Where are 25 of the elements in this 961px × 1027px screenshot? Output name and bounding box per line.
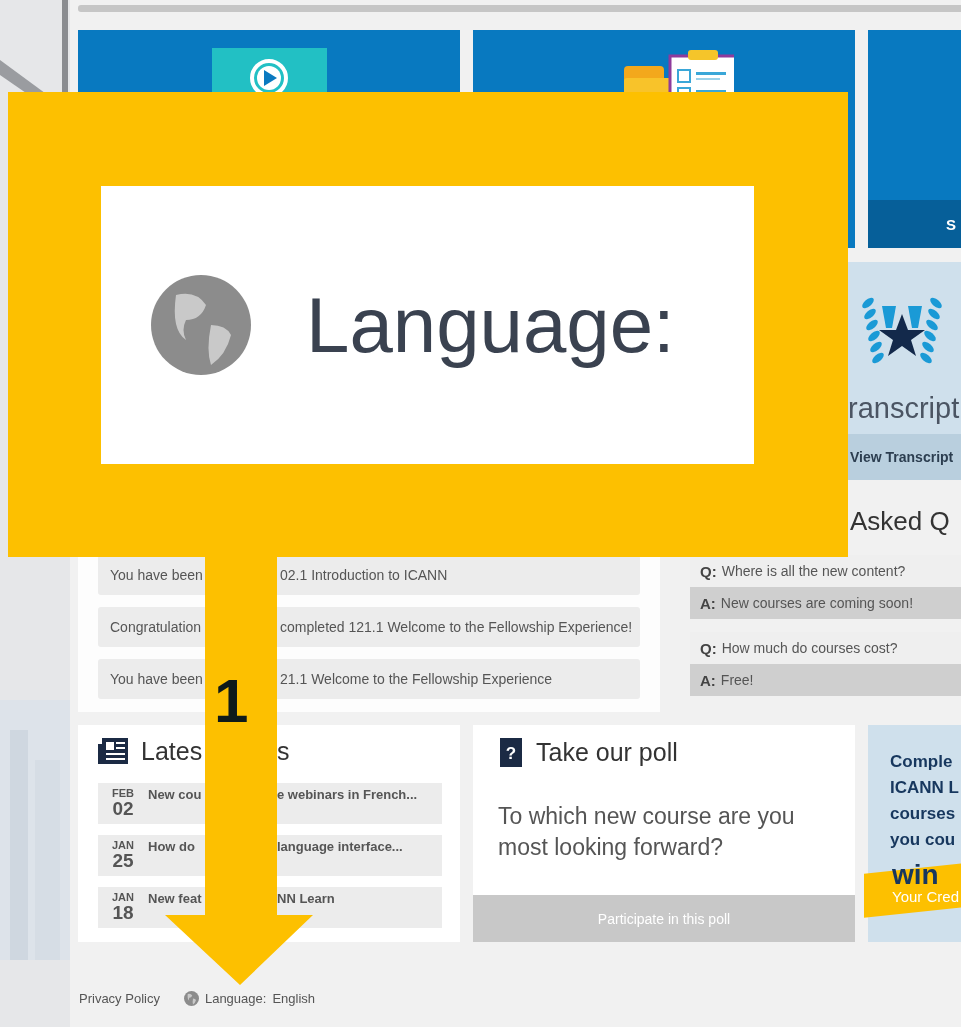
faq-heading: Asked Q	[849, 506, 951, 538]
news-heading: s	[277, 736, 290, 766]
news-heading: Lates	[141, 736, 204, 766]
play-icon	[211, 48, 327, 92]
promo-text: Comple	[890, 751, 954, 773]
promo-text: you cou	[890, 829, 957, 851]
globe-icon	[151, 275, 251, 375]
faq-answer: A: Free!	[690, 664, 961, 696]
promo-text: courses	[890, 803, 957, 825]
tile-caption: S	[946, 215, 956, 233]
promo-text: ICANN L	[890, 777, 960, 799]
transcript-title: ranscript	[848, 392, 961, 425]
zoomed-language-label: Language:	[306, 279, 675, 371]
course-tile[interactable]: S	[868, 30, 961, 248]
globe-icon	[183, 990, 199, 1006]
poll-heading: Take our poll	[536, 737, 678, 767]
poll-question: To which new course are you most looking forward?	[498, 802, 796, 862]
language-link[interactable]: English	[272, 990, 315, 1006]
newspaper-icon	[98, 738, 128, 764]
promo-subtext: Your Cred	[892, 887, 960, 905]
clipboard-question-icon: ?	[500, 737, 522, 767]
language-label: Language:	[204, 990, 267, 1006]
faq-answer: A: New courses are coming soon!	[690, 587, 961, 619]
privacy-link[interactable]: Privacy Policy	[79, 990, 160, 1006]
promo-win: win	[892, 861, 940, 888]
